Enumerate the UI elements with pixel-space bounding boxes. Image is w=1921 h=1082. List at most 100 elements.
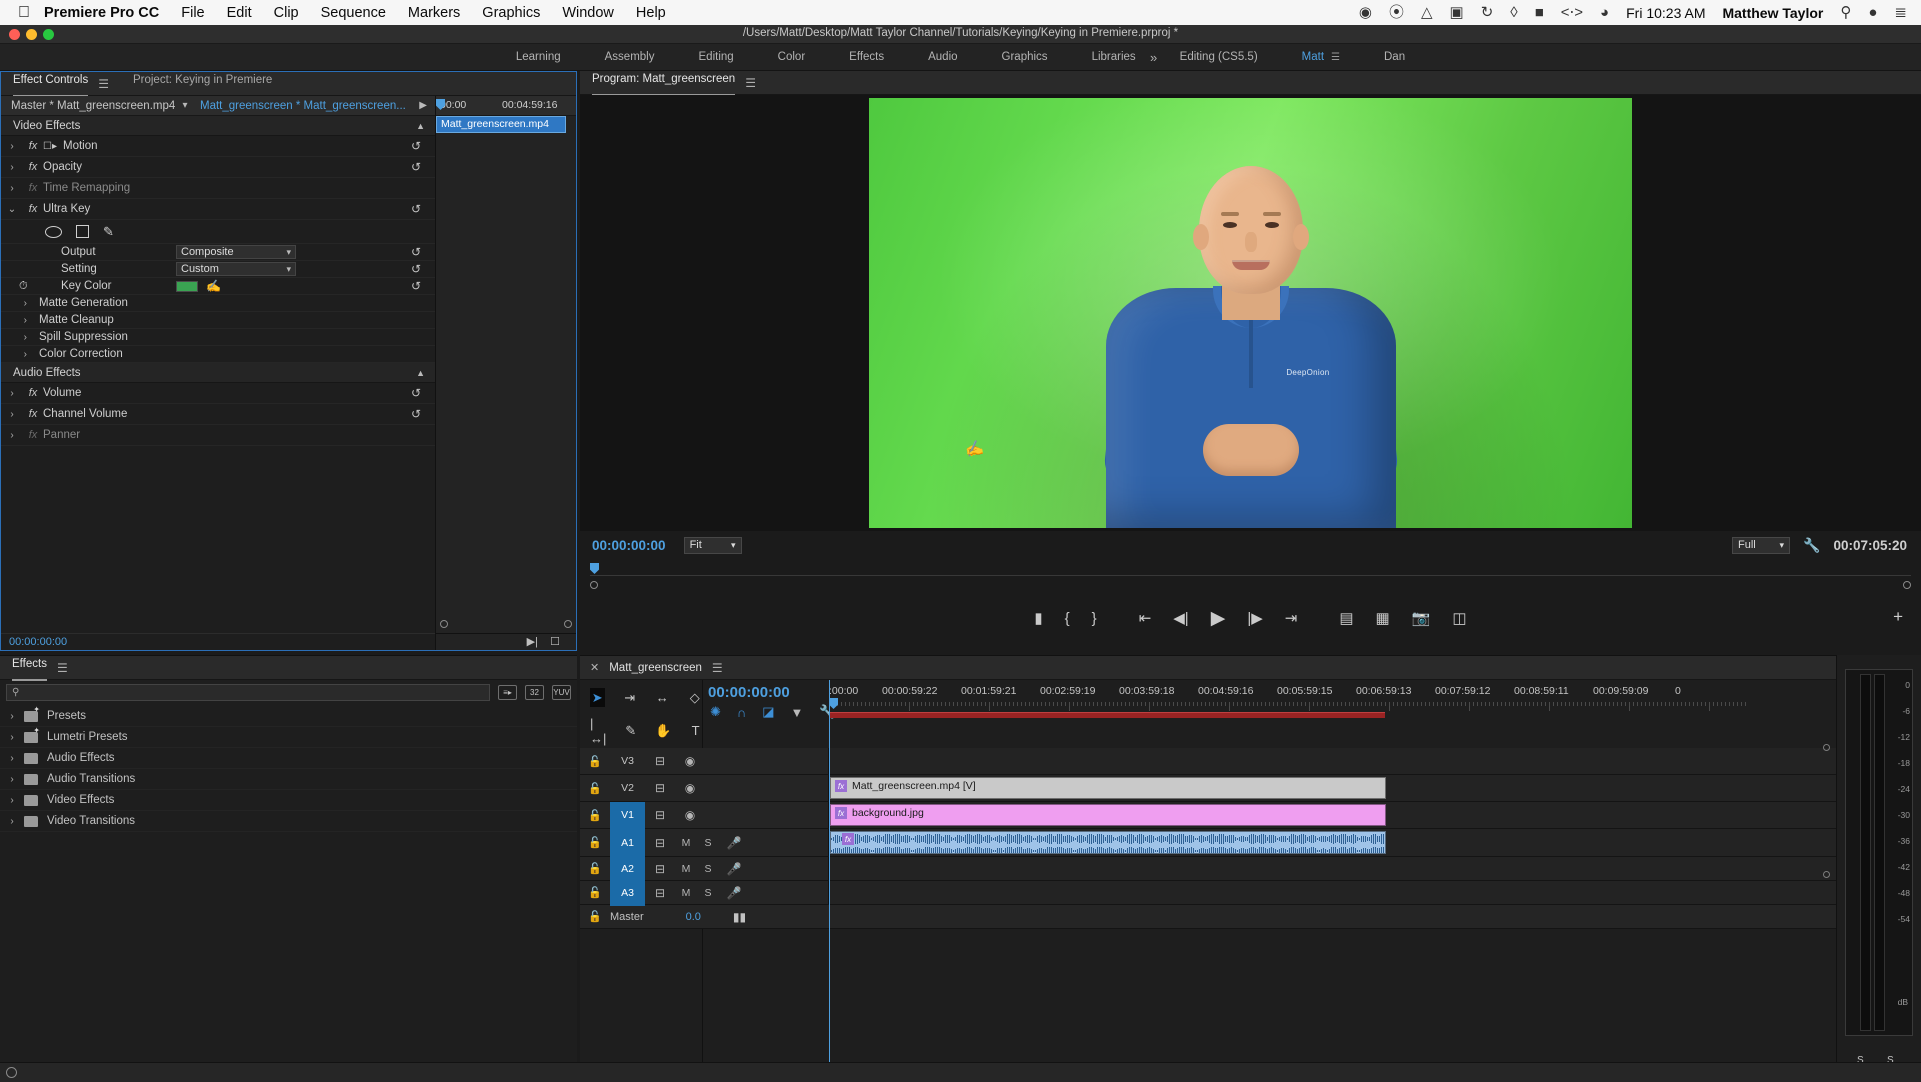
timeline-sequence-name[interactable]: Matt_greenscreen <box>609 662 702 674</box>
mini-timeline-ruler[interactable]: 00:00 00:04:59:16 <box>436 96 576 116</box>
selection-tool-icon[interactable]: ➤ <box>590 688 605 707</box>
track-header-v1[interactable]: 🔓 V1 ⊟ ◉ <box>580 802 829 828</box>
effects-tree-item-video-effects[interactable]: › Video Effects <box>0 790 577 811</box>
disclosure-triangle-icon[interactable]: › <box>1 332 39 343</box>
track-name-v2[interactable]: V2 <box>610 775 645 802</box>
disclosure-triangle-icon[interactable]: › <box>0 711 24 722</box>
solo-track-button[interactable]: S <box>697 887 719 899</box>
timeline-playhead-line[interactable] <box>829 680 830 1082</box>
reset-effect-icon[interactable]: ↺ <box>411 160 421 174</box>
accelerated-effects-icon[interactable]: ≡▸ <box>498 685 517 700</box>
ellipse-mask-icon[interactable] <box>45 226 62 238</box>
mac-clock[interactable]: Fri 10:23 AM <box>1626 5 1705 21</box>
reset-param-icon[interactable]: ↺ <box>411 279 421 293</box>
voiceover-record-icon[interactable]: 🎤 <box>719 886 749 900</box>
app-name-label[interactable]: Premiere Pro CC <box>44 5 159 21</box>
menu-file[interactable]: File <box>181 5 204 21</box>
track-header-v2[interactable]: 🔓 V2 ⊟ ◉ <box>580 775 829 801</box>
timeline-work-area-bar[interactable] <box>829 712 1385 718</box>
track-scroll-handle-top[interactable] <box>1823 744 1830 751</box>
panel-menu-icon[interactable]: ☰ <box>745 76 756 90</box>
sync-lock-icon[interactable]: ⊟ <box>645 836 675 850</box>
add-marker-icon[interactable]: ▮ <box>1034 611 1042 626</box>
lift-icon[interactable]: ▤ <box>1339 611 1353 626</box>
timeline-clip-video[interactable]: fx Matt_greenscreen.mp4 [V] <box>830 777 1386 799</box>
search-icon[interactable]: ⚲ <box>1840 5 1851 20</box>
track-header-v3[interactable]: 🔓 V3 ⊟ ◉ <box>580 748 829 774</box>
effects-tree-item-audio-transitions[interactable]: › Audio Transitions <box>0 769 577 790</box>
panel-menu-icon[interactable]: ☰ <box>98 77 109 91</box>
lock-icon[interactable]: 🔓 <box>580 836 610 849</box>
reset-effect-icon[interactable]: ↺ <box>411 202 421 216</box>
razor-tool-icon[interactable]: ◇ <box>688 688 703 707</box>
solo-track-button[interactable]: S <box>697 837 719 849</box>
effect-row-opacity[interactable]: › fx Opacity ↺ <box>1 157 435 178</box>
battery-icon[interactable]: ■ <box>1535 5 1544 20</box>
chevron-up-icon[interactable]: ▲ <box>416 121 425 131</box>
rect-mask-icon[interactable] <box>76 225 89 238</box>
mute-track-button[interactable]: M <box>675 837 697 849</box>
mark-in-icon[interactable]: { <box>1065 611 1070 626</box>
reset-effect-icon[interactable]: ↺ <box>411 407 421 421</box>
mute-track-button[interactable]: M <box>675 887 697 899</box>
stopwatch-icon[interactable]: ⏱ <box>19 280 28 293</box>
button-editor-icon[interactable]: + <box>1893 607 1903 627</box>
lock-icon[interactable]: 🔓 <box>580 755 610 768</box>
sequence-clip-label[interactable]: Matt_greenscreen * Matt_greenscreen... <box>194 100 419 112</box>
track-body-v2[interactable]: fx Matt_greenscreen.mp4 [V] <box>829 775 1836 801</box>
menu-graphics[interactable]: Graphics <box>482 5 540 21</box>
sync-lock-icon[interactable]: ⊟ <box>645 808 675 822</box>
disclosure-triangle-icon[interactable]: › <box>0 795 24 806</box>
effect-row-volume[interactable]: › fx Volume ↺ <box>1 383 435 404</box>
master-clip-label[interactable]: Master * Matt_greenscreen.mp4 <box>1 100 176 112</box>
setting-dropdown[interactable]: Custom ▾ <box>176 262 296 276</box>
mac-user-name[interactable]: Matthew Taylor <box>1722 5 1823 21</box>
audio-meters-body[interactable]: 0 -6 -12 -18 -24 -30 -36 -42 -48 -54 dB <box>1845 669 1913 1036</box>
apple-icon[interactable]:  <box>18 5 30 21</box>
track-name-a1[interactable]: A1 <box>610 829 645 856</box>
workspace-tab-dan[interactable]: Dan <box>1362 44 1427 71</box>
subsection-color-correction[interactable]: › Color Correction <box>1 346 435 363</box>
param-row-setting[interactable]: Setting Custom ▾ ↺ <box>1 261 435 278</box>
effects-tree-item-presets[interactable]: › Presets <box>0 706 577 727</box>
output-dropdown[interactable]: Composite ▾ <box>176 245 296 259</box>
go-to-in-icon[interactable]: ⇤ <box>1139 611 1152 626</box>
yuv-color-icon[interactable]: YUV <box>552 685 571 700</box>
reset-param-icon[interactable]: ↺ <box>411 262 421 276</box>
track-output-eye-icon[interactable]: ◉ <box>675 754 705 768</box>
solo-track-button[interactable]: S <box>697 863 719 875</box>
zoom-handle-right[interactable] <box>564 620 572 628</box>
workspace-tab-assembly[interactable]: Assembly <box>583 44 677 71</box>
menu-window[interactable]: Window <box>562 5 614 21</box>
effect-row-panner[interactable]: › fx Panner <box>1 425 435 446</box>
program-monitor-video-area[interactable]: DeepOnion ✍ <box>580 95 1921 531</box>
extract-icon[interactable]: ▦ <box>1376 611 1390 626</box>
disclosure-triangle-icon[interactable]: › <box>1 162 23 173</box>
reset-param-icon[interactable]: ↺ <box>411 245 421 259</box>
screen-share-icon[interactable]: ▣ <box>1450 5 1464 20</box>
workspace-tab-editing[interactable]: Editing <box>677 44 756 71</box>
zoom-handle-left[interactable] <box>590 581 598 589</box>
param-row-key-color[interactable]: ⏱ Key Color ✍ ↺ <box>1 278 435 295</box>
zoom-level-dropdown[interactable]: Fit ▾ <box>684 537 742 554</box>
menu-edit[interactable]: Edit <box>227 5 252 21</box>
control-center-icon[interactable]: ≣ <box>1894 5 1907 20</box>
resolution-dropdown[interactable]: Full ▾ <box>1732 537 1790 554</box>
step-forward-icon[interactable]: |▶ <box>1247 611 1262 626</box>
snap-icon[interactable]: ∩ <box>737 705 746 720</box>
program-scrub-playhead[interactable] <box>590 563 599 574</box>
workspace-tab-editing-cs55[interactable]: Editing (CS5.5) <box>1158 44 1280 71</box>
panel-menu-icon[interactable]: ☰ <box>57 661 68 675</box>
mark-out-icon[interactable]: } <box>1092 611 1097 626</box>
menu-sequence[interactable]: Sequence <box>321 5 386 21</box>
voiceover-record-icon[interactable]: 🎤 <box>719 862 749 876</box>
effects-tree-item-audio-effects[interactable]: › Audio Effects <box>0 748 577 769</box>
effect-row-ultra-key[interactable]: ⌄ fx Ultra Key ↺ <box>1 199 435 220</box>
chevron-up-icon[interactable]: ▲ <box>416 368 425 378</box>
master-track-value[interactable]: 0.0 <box>686 905 701 928</box>
effect-row-time-remapping[interactable]: › fx Time Remapping <box>1 178 435 199</box>
code-icon[interactable]: <⋅> <box>1561 5 1583 20</box>
disclosure-triangle-icon[interactable]: › <box>1 349 39 360</box>
param-row-output[interactable]: Output Composite ▾ ↺ <box>1 244 435 261</box>
loop-playback-icon[interactable]: ☐ <box>550 635 560 648</box>
